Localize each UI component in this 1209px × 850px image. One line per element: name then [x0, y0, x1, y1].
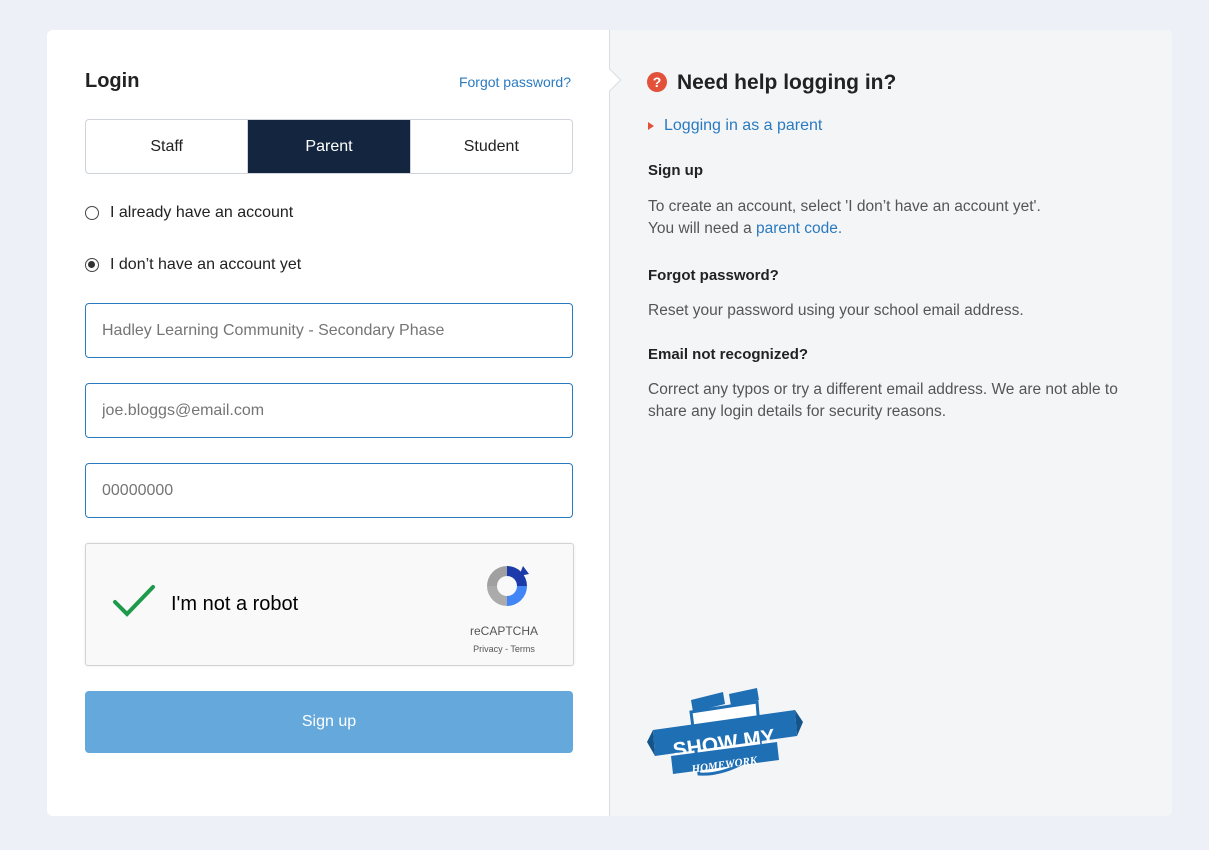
- radio-label: I already have an account: [110, 204, 294, 221]
- tab-staff[interactable]: Staff: [86, 120, 249, 173]
- help-link-label[interactable]: Logging in as a parent: [664, 117, 822, 135]
- signup-text: To create an account, select 'I don’t ha…: [648, 196, 1118, 240]
- captcha-brand: reCAPTCHA: [469, 624, 538, 638]
- tab-student[interactable]: Student: [411, 120, 572, 173]
- help-link-parent[interactable]: Logging in as a parent: [648, 117, 822, 135]
- login-panel: Login Forgot password? Staff Parent Stud…: [47, 30, 610, 816]
- parent-code-link[interactable]: parent code.: [756, 220, 842, 237]
- signup-heading: Sign up: [648, 162, 703, 179]
- help-title: Need help logging in?: [677, 71, 897, 94]
- question-circle-icon: ?: [647, 72, 667, 92]
- forgot-heading: Forgot password?: [648, 267, 779, 284]
- radio-new-account[interactable]: I don’t have an account yet: [85, 256, 301, 274]
- login-card: Login Forgot password? Staff Parent Stud…: [47, 30, 1172, 816]
- radio-button-checked[interactable]: [85, 258, 99, 272]
- captcha-privacy-terms[interactable]: Privacy - Terms: [454, 644, 554, 654]
- login-title: Login: [85, 70, 140, 92]
- parent-code-input[interactable]: [85, 463, 573, 518]
- help-panel: ? Need help logging in? Logging in as a …: [610, 30, 1172, 816]
- radio-label: I don’t have an account yet: [110, 256, 302, 273]
- recaptcha-logo-icon: [487, 566, 529, 606]
- signup-text-line2: You will need a: [648, 220, 757, 237]
- tab-parent[interactable]: Parent: [248, 120, 411, 173]
- forgot-text: Reset your password using your school em…: [648, 302, 1024, 319]
- captcha-label: I'm not a robot: [171, 593, 299, 615]
- role-tabs: Staff Parent Student: [85, 119, 573, 174]
- radio-existing-account[interactable]: I already have an account: [85, 204, 293, 222]
- recaptcha-widget: I'm not a robot reCAPTCHA Privacy - Term…: [85, 543, 574, 666]
- signup-text-line1: To create an account, select 'I don’t ha…: [648, 198, 1041, 215]
- checkmark-icon[interactable]: [112, 583, 156, 619]
- email-text: Correct any typos or try a different ema…: [648, 381, 1118, 420]
- caret-right-icon: [648, 122, 654, 130]
- email-input[interactable]: [85, 383, 573, 438]
- forgot-password-link[interactable]: Forgot password?: [459, 74, 571, 90]
- sign-up-button[interactable]: Sign up: [85, 691, 573, 753]
- school-input[interactable]: [85, 303, 573, 358]
- show-my-homework-logo: SHOW MY HOMEWORK: [647, 688, 803, 776]
- radio-button[interactable]: [85, 206, 99, 220]
- email-heading: Email not recognized?: [648, 346, 809, 363]
